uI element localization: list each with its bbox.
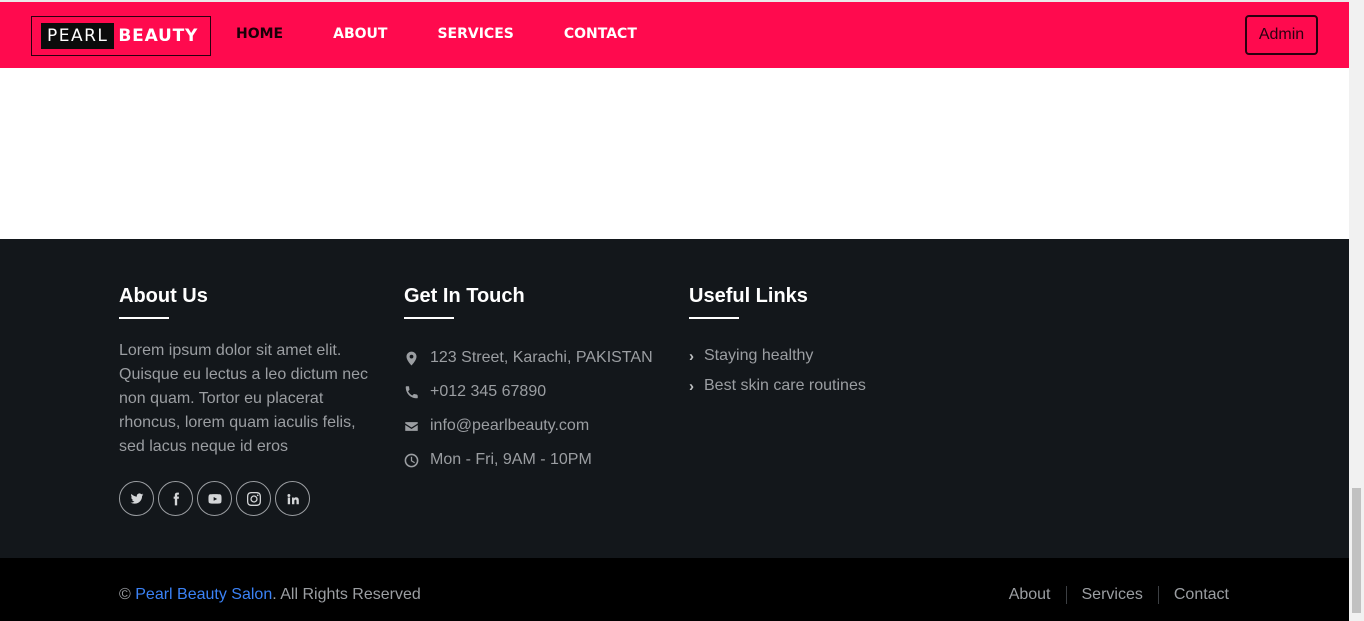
chevron-right-icon: › — [689, 377, 694, 395]
bottom-link-contact[interactable]: Contact — [1174, 584, 1229, 606]
footer-contact-title: Get In Touch — [404, 285, 525, 307]
footer-links-title: Useful Links — [689, 285, 808, 307]
contact-email: info@pearlbeauty.com — [404, 409, 653, 443]
useful-link-staying-healthy[interactable]: › Staying healthy — [689, 341, 866, 371]
footer-links-column: Useful Links › Staying healthy › Best sk… — [689, 285, 866, 401]
footer-about-title: About Us — [119, 285, 208, 307]
contact-phone: +012 345 67890 — [404, 375, 653, 409]
nav-services[interactable]: SERVICES — [437, 24, 513, 44]
useful-link-skin-care[interactable]: › Best skin care routines — [689, 371, 866, 401]
social-links — [119, 481, 374, 516]
envelope-icon — [404, 419, 430, 434]
map-marker-icon — [404, 351, 430, 366]
twitter-icon[interactable] — [119, 481, 154, 516]
chevron-right-icon: › — [689, 347, 694, 365]
useful-links-list: › Staying healthy › Best skin care routi… — [689, 341, 866, 401]
admin-button[interactable]: Admin — [1245, 15, 1318, 55]
contact-hours: Mon - Fri, 9AM - 10PM — [404, 443, 653, 477]
site-logo[interactable]: PEARL BEAUTY — [31, 16, 211, 56]
top-navbar: PEARL BEAUTY HOME ABOUT SERVICES CONTACT… — [0, 0, 1349, 68]
contact-hours-text: Mon - Fri, 9AM - 10PM — [430, 451, 592, 468]
copyright-rights: . All Rights Reserved — [272, 586, 421, 603]
contact-address: 123 Street, Karachi, PAKISTAN — [404, 341, 653, 375]
divider — [1157, 586, 1159, 604]
copyright-text: © Pearl Beauty Salon. All Rights Reserve… — [119, 585, 421, 605]
contact-phone-text: +012 345 67890 — [430, 383, 547, 400]
clock-icon — [404, 453, 430, 468]
useful-link-label: Best skin care routines — [704, 377, 866, 394]
instagram-icon[interactable] — [236, 481, 271, 516]
copyright-bar: © Pearl Beauty Salon. All Rights Reserve… — [0, 558, 1349, 621]
footer: About Us Lorem ipsum dolor sit amet elit… — [0, 239, 1349, 558]
footer-about-text: Lorem ipsum dolor sit amet elit. Quisque… — [119, 342, 369, 455]
nav-about[interactable]: ABOUT — [333, 24, 387, 44]
copyright-symbol: © — [119, 586, 131, 603]
copyright-brand-link[interactable]: Pearl Beauty Salon — [135, 586, 272, 603]
bottom-links: About Services Contact — [1009, 584, 1229, 606]
scrollbar-thumb[interactable] — [1352, 488, 1361, 613]
divider — [1065, 586, 1067, 604]
contact-address-text: 123 Street, Karachi, PAKISTAN — [430, 349, 653, 366]
linkedin-icon[interactable] — [275, 481, 310, 516]
main-nav: HOME ABOUT SERVICES CONTACT — [236, 24, 687, 44]
title-underline — [404, 317, 454, 319]
logo-text-pearl: PEARL — [41, 23, 115, 49]
bottom-link-about[interactable]: About — [1009, 584, 1051, 606]
logo-text-beauty: BEAUTY — [118, 26, 199, 46]
footer-contact-column: Get In Touch 123 Street, Karachi, PAKIST… — [404, 285, 653, 477]
bottom-link-services[interactable]: Services — [1082, 584, 1143, 606]
page: PEARL BEAUTY HOME ABOUT SERVICES CONTACT… — [0, 0, 1364, 621]
phone-icon — [404, 385, 430, 400]
footer-about-column: About Us Lorem ipsum dolor sit amet elit… — [119, 285, 374, 516]
nav-home[interactable]: HOME — [236, 24, 283, 44]
useful-link-label: Staying healthy — [704, 347, 814, 364]
title-underline — [689, 317, 739, 319]
facebook-icon[interactable] — [158, 481, 193, 516]
nav-contact[interactable]: CONTACT — [564, 24, 637, 44]
contact-list: 123 Street, Karachi, PAKISTAN +012 345 6… — [404, 341, 653, 477]
contact-email-text: info@pearlbeauty.com — [430, 417, 590, 434]
page-scrollbar[interactable] — [1349, 0, 1364, 621]
youtube-icon[interactable] — [197, 481, 232, 516]
title-underline — [119, 317, 169, 319]
